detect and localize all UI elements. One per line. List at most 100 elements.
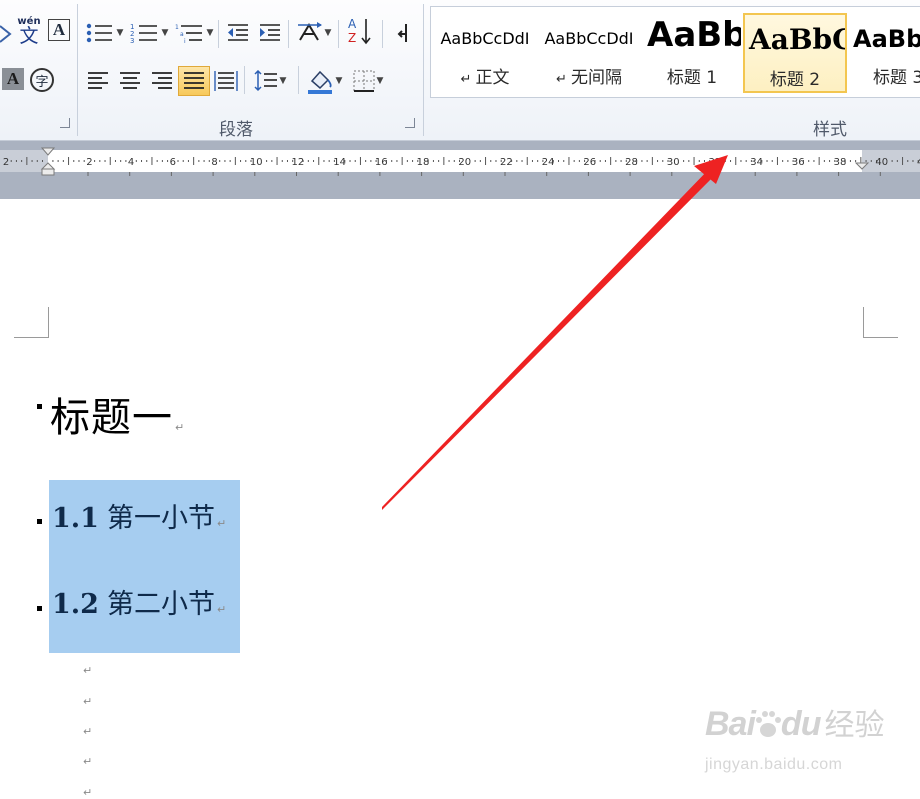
heading-2[interactable]: 1.2 第二小节 ↵ — [52, 582, 226, 621]
heading-2-text: 第二小节 — [106, 589, 215, 620]
borders-button[interactable]: ▼ — [350, 68, 386, 94]
style-sample: AaBb — [853, 25, 920, 53]
style-name: 标题 3 — [873, 68, 920, 88]
heading-bullet — [37, 519, 42, 524]
heading-2-text: 第一小节 — [106, 503, 215, 534]
chevron-down-icon[interactable]: ▼ — [377, 76, 384, 86]
svg-text:3: 3 — [130, 37, 134, 44]
heading-1[interactable]: 标题一 ↵ — [50, 385, 185, 443]
empty-paragraph-mark[interactable]: ↵ — [83, 786, 92, 799]
align-center-icon — [120, 72, 140, 89]
heading-2-number: 1.2 — [52, 589, 99, 620]
ruler-tick-label: 18 — [417, 157, 430, 168]
paragraph-mark-icon: ↵ — [556, 72, 567, 87]
paint-bucket-icon — [307, 70, 332, 94]
empty-paragraph-mark[interactable]: ↵ — [83, 695, 92, 708]
text-highlight-icon[interactable] — [0, 20, 12, 46]
watermark-cn: 经验 — [824, 708, 885, 743]
ruler-tick-label: 38 — [834, 157, 847, 168]
multilevel-list-button[interactable]: 1 a i ▼ — [174, 20, 214, 46]
decrease-indent-button[interactable] — [224, 20, 252, 46]
shading-button[interactable]: ▼ — [304, 66, 344, 96]
multilevel-list-icon: 1ai — [175, 24, 202, 44]
style-heading-2[interactable]: AaBbC 标题 2 — [743, 13, 847, 93]
ruler-tick-label: 20 — [458, 157, 471, 168]
ruler-tick-label: 8 — [211, 157, 217, 168]
ruler-tick-label: 12 — [292, 157, 305, 168]
line-spacing-icon — [254, 70, 277, 92]
show-paragraph-marks-button[interactable] — [390, 20, 416, 46]
justify-button[interactable] — [178, 66, 210, 96]
line-spacing-button[interactable]: ▼ — [250, 68, 290, 94]
empty-paragraph-mark[interactable]: ↵ — [83, 725, 92, 738]
align-left-button[interactable] — [84, 68, 112, 94]
ruler-tick-label: 22 — [500, 157, 513, 168]
sort-button[interactable]: A Z — [344, 16, 374, 48]
numbering-button[interactable]: 1 2 3 ▼ — [128, 20, 170, 46]
align-left-icon — [88, 72, 108, 89]
paragraph-dialog-launcher[interactable] — [405, 118, 415, 128]
style-name: 正文 — [475, 68, 510, 88]
ruler-tick-label: 24 — [542, 157, 555, 168]
ruler-tick-label: 2 — [3, 157, 9, 168]
ruler-tick-label: 10 — [250, 157, 263, 168]
style-name: 标题 2 — [769, 70, 821, 90]
horizontal-ruler[interactable]: 224681012141618202224262830323436384042 — [0, 145, 920, 185]
group-divider — [77, 4, 78, 136]
ruler-tick-label: 2 — [86, 157, 92, 168]
text-direction-button[interactable]: ▼ — [294, 20, 334, 46]
chevron-down-icon[interactable]: ▼ — [280, 76, 287, 86]
style-normal[interactable]: AaBbCcDdI ↵ 正文 — [435, 7, 535, 97]
pinyin-icon-char: 文 — [19, 24, 39, 47]
character-border-button[interactable]: A — [48, 19, 70, 41]
styles-gallery: AaBbCcDdI ↵ 正文 AaBbCcDdI ↵ 无间隔 AaBb 标题 1 A… — [430, 6, 920, 98]
paragraph-group-label: 段落 — [219, 120, 253, 140]
font-dialog-launcher[interactable] — [60, 118, 70, 128]
increase-indent-button[interactable] — [256, 20, 284, 46]
bullets-button[interactable]: ▼ — [84, 20, 124, 46]
ruler-tick-label: 40 — [875, 157, 888, 168]
style-sample: AaBbCcDdI — [544, 29, 634, 48]
style-sample: AaBbC — [749, 23, 845, 56]
numbering-icon: 123 — [130, 23, 157, 44]
paragraph-mark-icon — [397, 24, 407, 42]
style-sample: AaBbCcDdI — [440, 29, 530, 48]
paragraph-mark-icon: ↵ — [216, 517, 227, 530]
svg-text:a: a — [180, 31, 184, 38]
increase-indent-icon — [260, 24, 280, 41]
heading-2[interactable]: 1.1 第一小节 ↵ — [52, 496, 226, 535]
align-right-button[interactable] — [148, 68, 176, 94]
ruler-tick-label: 34 — [750, 157, 763, 168]
paragraph-mark-icon: ↵ — [460, 72, 472, 87]
chevron-down-icon[interactable]: ▼ — [117, 28, 124, 38]
ruler-tick-label: 26 — [583, 157, 596, 168]
chevron-down-icon[interactable]: ▼ — [162, 28, 169, 38]
ruler-tick-label: 6 — [170, 157, 176, 168]
character-shading-button[interactable]: A — [2, 68, 24, 90]
character-shading-icon: A — [6, 69, 20, 88]
style-heading-3[interactable]: AaBb 标题 3 — [851, 7, 920, 97]
pinyin-guide-button[interactable]: wén 文 — [14, 16, 44, 46]
heading-2-number: 1.1 — [52, 503, 99, 534]
enclose-characters-button[interactable]: 字 — [30, 68, 54, 92]
paragraph-mark-icon: ↵ — [175, 421, 186, 434]
ruler-tick-label: 30 — [667, 157, 680, 168]
styles-group-label: 样式 — [813, 120, 847, 140]
ruler-tick-label: 32 — [709, 157, 722, 168]
chevron-down-icon[interactable]: ▼ — [325, 28, 332, 38]
style-heading-1[interactable]: AaBb 标题 1 — [643, 7, 741, 97]
watermark-url: jingyan.baidu.com — [705, 756, 843, 773]
align-center-button[interactable] — [116, 68, 144, 94]
distributed-button[interactable] — [212, 68, 240, 94]
heading-bullet — [37, 404, 42, 409]
chevron-down-icon[interactable]: ▼ — [207, 28, 214, 38]
svg-text:i: i — [184, 38, 186, 44]
style-no-spacing[interactable]: AaBbCcDdI ↵ 无间隔 — [537, 7, 641, 97]
bullets-icon — [86, 23, 112, 43]
empty-paragraph-mark[interactable]: ↵ — [83, 755, 92, 768]
empty-paragraph-mark[interactable]: ↵ — [83, 664, 92, 677]
left-indent-marker — [41, 168, 55, 176]
distributed-icon — [214, 71, 238, 91]
chevron-down-icon[interactable]: ▼ — [336, 76, 343, 86]
paragraph-mark-icon: ↵ — [216, 603, 227, 616]
